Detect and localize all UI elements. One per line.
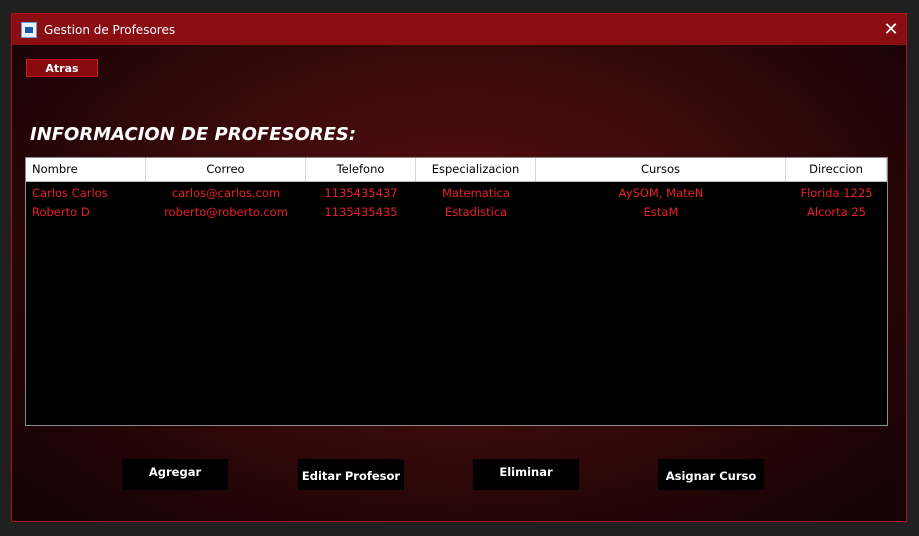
column-header-correo[interactable]: Correo: [146, 158, 306, 181]
title-bar[interactable]: Gestion de Profesores ✕: [12, 14, 906, 45]
table-cell: AySOM, MateN: [618, 186, 704, 200]
delete-professor-button[interactable]: Eliminar: [473, 459, 579, 490]
form-icon: [21, 21, 37, 38]
column-header-direccion[interactable]: Direccion: [786, 158, 887, 181]
table-body: Carlos Carlos carlos@carlos.com 11354354…: [26, 182, 887, 222]
column-header-especializacion[interactable]: Especializacion: [416, 158, 536, 181]
table-cell: Matematica: [442, 186, 510, 200]
assign-course-button[interactable]: Asignar Curso: [658, 459, 764, 490]
column-header-telefono[interactable]: Telefono: [306, 158, 416, 181]
column-header-nombre[interactable]: Nombre: [26, 158, 146, 181]
table-cell: Carlos Carlos: [32, 186, 108, 200]
table-cell: Roberto D: [32, 205, 90, 219]
back-button[interactable]: Atras: [26, 59, 98, 77]
table-cell: roberto@roberto.com: [164, 205, 288, 219]
table-cell: carlos@carlos.com: [171, 186, 281, 200]
table-cell: Estadistica: [444, 205, 508, 219]
edit-professor-button[interactable]: Editar Profesor: [298, 459, 404, 490]
add-professor-button[interactable]: Agregar: [122, 459, 228, 490]
column-header-cursos[interactable]: Cursos: [536, 158, 786, 181]
window-title: Gestion de Profesores: [44, 22, 176, 37]
table-cell: EstaM: [643, 205, 679, 219]
table-cell: 1135435437: [324, 186, 398, 200]
professors-table[interactable]: Nombre Correo Telefono Especializacion C…: [25, 157, 888, 426]
table-row[interactable]: Carlos Carlos carlos@carlos.com 11354354…: [26, 184, 887, 203]
table-cell: Alcorta 25: [807, 205, 866, 219]
close-icon[interactable]: ✕: [876, 14, 906, 45]
page-title: INFORMACION DE PROFESORES:: [30, 124, 357, 145]
table-cell: Florida 1225: [800, 186, 873, 200]
table-cell: 1135435435: [324, 205, 398, 219]
main-window: Gestion de Profesores ✕ Atras INFORMACIO…: [11, 13, 907, 522]
table-row[interactable]: Roberto D roberto@roberto.com 1135435435…: [26, 203, 887, 222]
table-header: Nombre Correo Telefono Especializacion C…: [26, 158, 887, 182]
